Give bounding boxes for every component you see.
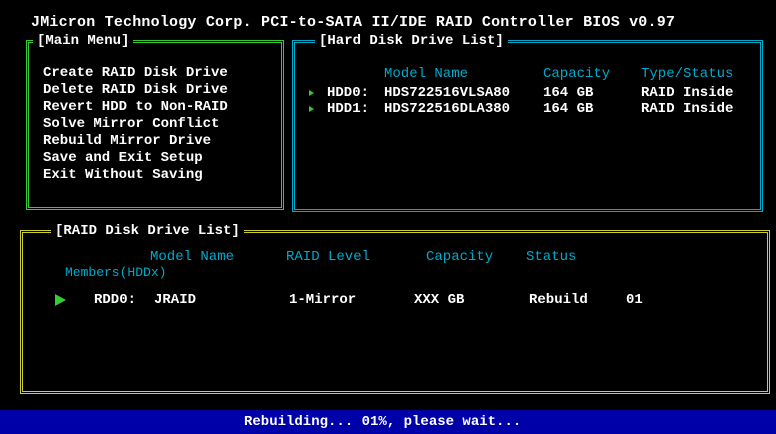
raid-level: 1-Mirror bbox=[289, 292, 357, 308]
raid-row[interactable]: RDD0: JRAID 1-Mirror XXX GB Rebuild 01 bbox=[51, 291, 751, 309]
raid-status: Rebuild bbox=[529, 292, 588, 308]
raid-header-model: Model Name bbox=[150, 249, 235, 265]
raid-header-raid-level: RAID Level bbox=[286, 249, 371, 265]
hdd-model: HDS722516VLSA80 bbox=[384, 85, 511, 101]
hdd-capacity: 164 GB bbox=[543, 85, 594, 101]
hdd-header-model: Model Name bbox=[384, 66, 469, 82]
raid-members: 01 bbox=[626, 292, 643, 308]
raid-id: RDD0: bbox=[94, 292, 137, 308]
menu-item-rebuild-mirror[interactable]: Rebuild Mirror Drive bbox=[43, 133, 228, 150]
menu-item-delete-raid[interactable]: Delete RAID Disk Drive bbox=[43, 82, 228, 99]
main-menu-list: Create RAID Disk Drive Delete RAID Disk … bbox=[43, 65, 228, 184]
menu-item-exit-without-saving[interactable]: Exit Without Saving bbox=[43, 167, 228, 184]
hdd-id: HDD0: bbox=[327, 85, 370, 101]
hdd-row[interactable]: HDD0: HDS722516VLSA80 164 GB RAID Inside bbox=[309, 85, 759, 101]
menu-item-create-raid[interactable]: Create RAID Disk Drive bbox=[43, 65, 228, 82]
raid-list-title: [RAID Disk Drive List] bbox=[51, 222, 244, 240]
arrow-right-icon bbox=[55, 294, 66, 306]
raid-header-members: Members(HDDx) bbox=[65, 265, 167, 280]
main-menu-panel: [Main Menu] Create RAID Disk Drive Delet… bbox=[26, 32, 284, 210]
menu-item-solve-mirror-conflict[interactable]: Solve Mirror Conflict bbox=[43, 116, 228, 133]
menu-item-revert-hdd[interactable]: Revert HDD to Non-RAID bbox=[43, 99, 228, 116]
arrow-right-icon bbox=[309, 90, 314, 96]
hdd-type-status: RAID Inside bbox=[641, 101, 734, 117]
hdd-model: HDS722516DLA380 bbox=[384, 101, 511, 117]
status-bar: Rebuilding... 01%, please wait... bbox=[0, 410, 776, 434]
hdd-header-capacity: Capacity bbox=[543, 66, 611, 82]
bios-title: JMicron Technology Corp. PCI-to-SATA II/… bbox=[31, 14, 676, 31]
raid-header-status: Status bbox=[526, 249, 577, 265]
status-message: Rebuilding... 01%, please wait... bbox=[244, 414, 522, 430]
raid-header-capacity: Capacity bbox=[426, 249, 494, 265]
raid-model: JRAID bbox=[154, 292, 197, 308]
hdd-list-panel: [Hard Disk Drive List] Model Name Capaci… bbox=[292, 32, 763, 212]
raid-list-panel: [RAID Disk Drive List] Model Name RAID L… bbox=[20, 222, 770, 394]
hdd-capacity: 164 GB bbox=[543, 101, 594, 117]
hdd-id: HDD1: bbox=[327, 101, 370, 117]
raid-capacity: XXX GB bbox=[414, 292, 465, 308]
menu-item-save-exit[interactable]: Save and Exit Setup bbox=[43, 150, 228, 167]
hdd-list-title: [Hard Disk Drive List] bbox=[315, 32, 508, 50]
hdd-row[interactable]: HDD1: HDS722516DLA380 164 GB RAID Inside bbox=[309, 101, 759, 117]
arrow-right-icon bbox=[309, 106, 314, 112]
hdd-header-type-status: Type/Status bbox=[641, 66, 734, 82]
main-menu-title: [Main Menu] bbox=[33, 32, 134, 50]
hdd-type-status: RAID Inside bbox=[641, 85, 734, 101]
